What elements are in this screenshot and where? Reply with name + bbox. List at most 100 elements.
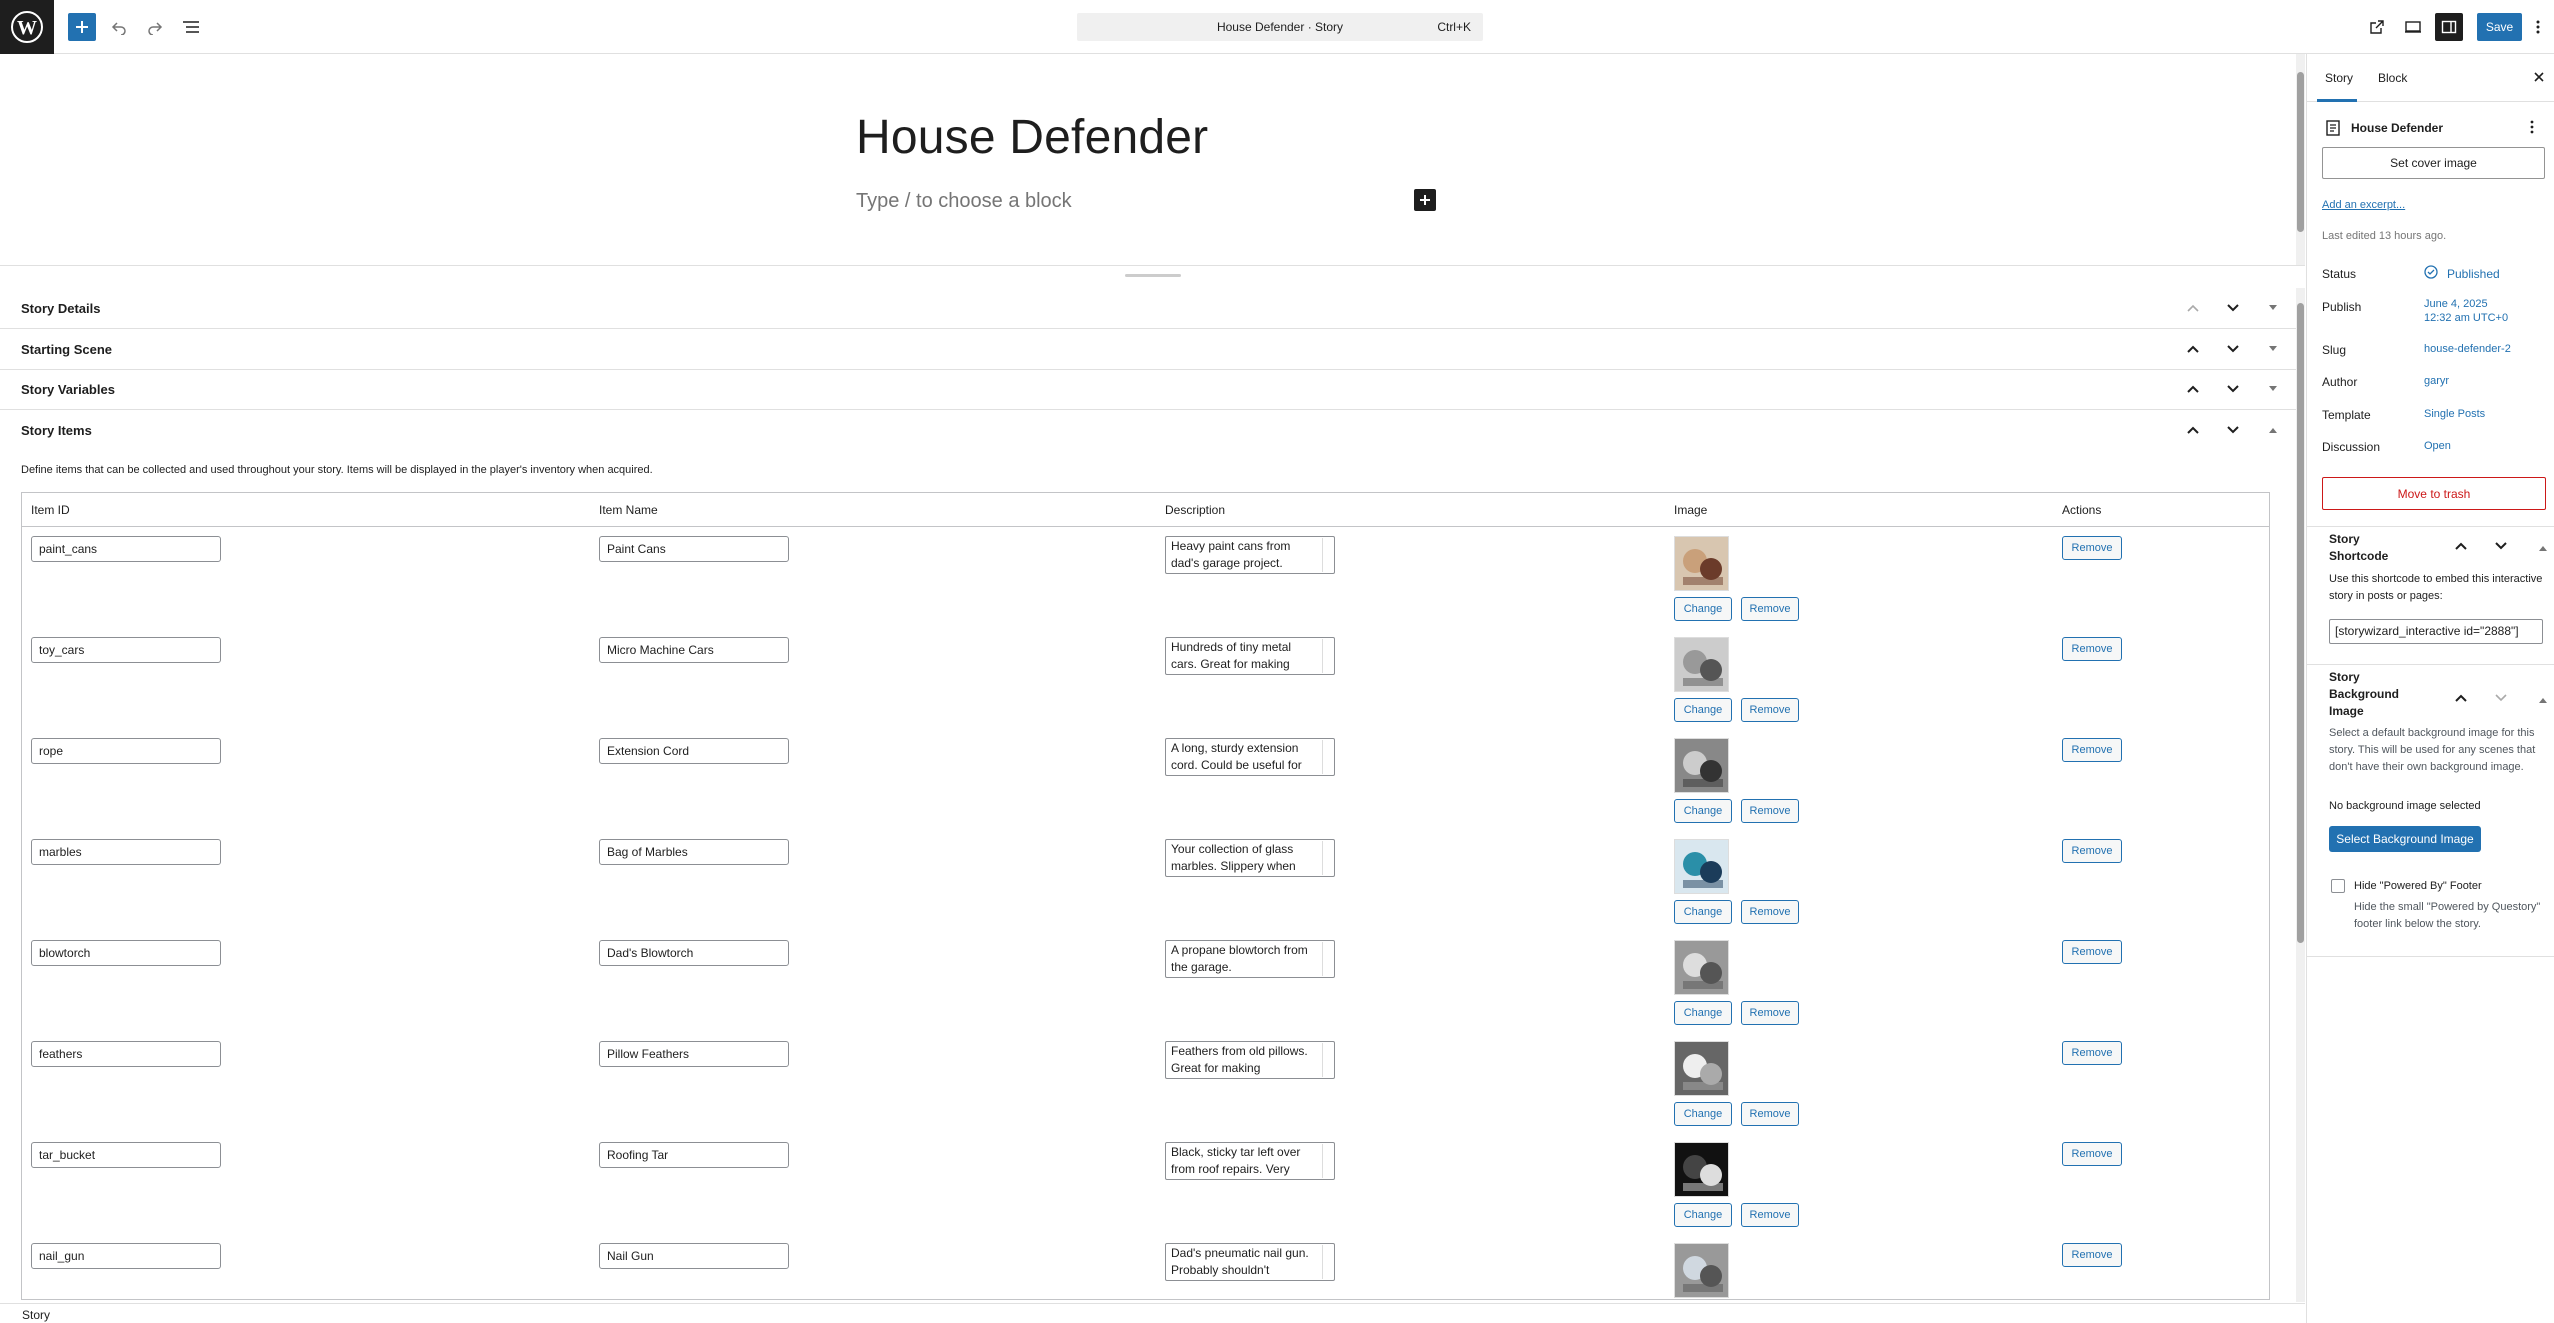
remove-item-button[interactable]: Remove: [2062, 1142, 2122, 1166]
remove-item-button[interactable]: Remove: [2062, 1041, 2122, 1065]
textarea-scrollbar[interactable]: [1322, 1144, 1333, 1178]
item-id-input[interactable]: marbles: [31, 839, 221, 865]
editor-scrollbar[interactable]: [2296, 54, 2305, 266]
remove-item-button[interactable]: Remove: [2062, 536, 2122, 560]
item-description-textarea[interactable]: Dad's pneumatic nail gun. Probably shoul…: [1165, 1243, 1335, 1281]
item-id-input[interactable]: nail_gun: [31, 1243, 221, 1269]
chevron-down-icon[interactable]: [2223, 379, 2243, 399]
document-overview-button[interactable]: [178, 13, 204, 41]
redo-button[interactable]: [142, 13, 168, 41]
tab-block[interactable]: Block: [2378, 71, 2407, 85]
item-id-input[interactable]: tar_bucket: [31, 1142, 221, 1168]
caret-down-icon[interactable]: [2263, 379, 2283, 399]
item-description-textarea[interactable]: Heavy paint cans from dad's garage proje…: [1165, 536, 1335, 574]
item-id-input[interactable]: rope: [31, 738, 221, 764]
undo-button[interactable]: [106, 13, 132, 41]
item-name-input[interactable]: Paint Cans: [599, 536, 789, 562]
item-name-input[interactable]: Dad's Blowtorch: [599, 940, 789, 966]
template-value[interactable]: Single Posts: [2424, 408, 2485, 420]
textarea-scrollbar[interactable]: [1322, 639, 1333, 673]
close-icon[interactable]: [2530, 68, 2548, 86]
remove-image-button[interactable]: Remove: [1741, 698, 1799, 722]
item-description-textarea[interactable]: Black, sticky tar left over from roof re…: [1165, 1142, 1335, 1180]
remove-item-button[interactable]: Remove: [2062, 839, 2122, 863]
item-id-input[interactable]: toy_cars: [31, 637, 221, 663]
caret-up-icon[interactable]: [2539, 539, 2547, 554]
slug-value[interactable]: house-defender-2: [2424, 343, 2511, 355]
publish-time[interactable]: 12:32 am UTC+0: [2424, 312, 2508, 324]
page-scroll-thumb[interactable]: [2297, 303, 2304, 943]
metabox-header[interactable]: Story Details: [0, 288, 2296, 328]
caret-down-icon[interactable]: [2263, 298, 2283, 318]
remove-item-button[interactable]: Remove: [2062, 637, 2122, 661]
caret-up-icon[interactable]: [2263, 420, 2283, 440]
remove-image-button[interactable]: Remove: [1741, 1102, 1799, 1126]
item-description-textarea[interactable]: A long, sturdy extension cord. Could be …: [1165, 738, 1335, 776]
post-title[interactable]: House Defender: [856, 110, 1208, 165]
item-name-input[interactable]: Extension Cord: [599, 738, 789, 764]
textarea-scrollbar[interactable]: [1322, 1245, 1333, 1279]
item-name-input[interactable]: Bag of Marbles: [599, 839, 789, 865]
set-cover-image-button[interactable]: Set cover image: [2322, 147, 2545, 179]
chevron-up-icon[interactable]: [2455, 538, 2467, 553]
change-image-button[interactable]: Change: [1674, 1102, 1732, 1126]
change-image-button[interactable]: Change: [1674, 1001, 1732, 1025]
item-name-input[interactable]: Nail Gun: [599, 1243, 789, 1269]
chevron-down-icon[interactable]: [2223, 339, 2243, 359]
publish-date[interactable]: June 4, 2025: [2424, 298, 2488, 310]
item-description-textarea[interactable]: A propane blowtorch from the garage.: [1165, 940, 1335, 978]
item-name-input[interactable]: Micro Machine Cars: [599, 637, 789, 663]
remove-image-button[interactable]: Remove: [1741, 900, 1799, 924]
preview-device-button[interactable]: [2400, 13, 2426, 41]
chevron-up-icon[interactable]: [2455, 690, 2467, 705]
chevron-up-icon[interactable]: [2183, 298, 2203, 318]
metabox-resize-handle[interactable]: [1125, 274, 1181, 277]
remove-item-button[interactable]: Remove: [2062, 738, 2122, 762]
shortcode-field[interactable]: [storywizard_interactive id="2888"]: [2329, 619, 2543, 644]
editor-scroll-thumb[interactable]: [2297, 72, 2304, 232]
chevron-up-icon[interactable]: [2183, 379, 2203, 399]
remove-item-button[interactable]: Remove: [2062, 1243, 2122, 1267]
more-vertical-icon[interactable]: [2530, 120, 2534, 137]
remove-image-button[interactable]: Remove: [1741, 1203, 1799, 1227]
textarea-scrollbar[interactable]: [1322, 538, 1333, 572]
options-menu-button[interactable]: [2528, 13, 2548, 41]
breadcrumb[interactable]: Story: [22, 1308, 50, 1322]
metabox-header[interactable]: Starting Scene: [0, 329, 2296, 369]
view-post-button[interactable]: [2364, 13, 2390, 41]
block-inserter-button[interactable]: [68, 13, 96, 41]
select-background-button[interactable]: Select Background Image: [2329, 826, 2481, 852]
background-panel-title[interactable]: Story Background Image: [2329, 669, 2399, 720]
change-image-button[interactable]: Change: [1674, 799, 1732, 823]
item-id-input[interactable]: blowtorch: [31, 940, 221, 966]
remove-image-button[interactable]: Remove: [1741, 1001, 1799, 1025]
metabox-header[interactable]: Story Variables: [0, 369, 2296, 409]
change-image-button[interactable]: Change: [1674, 1203, 1732, 1227]
caret-down-icon[interactable]: [2263, 339, 2283, 359]
item-description-textarea[interactable]: Feathers from old pillows. Great for mak…: [1165, 1041, 1335, 1079]
caret-up-icon[interactable]: [2539, 691, 2547, 706]
author-value[interactable]: garyr: [2424, 375, 2449, 387]
change-image-button[interactable]: Change: [1674, 900, 1732, 924]
textarea-scrollbar[interactable]: [1322, 942, 1333, 976]
hide-footer-label[interactable]: Hide "Powered By" Footer: [2354, 880, 2482, 892]
textarea-scrollbar[interactable]: [1322, 1043, 1333, 1077]
settings-toggle-button[interactable]: [2435, 13, 2463, 41]
shortcode-panel-title[interactable]: Story Shortcode: [2329, 531, 2388, 565]
chevron-down-icon[interactable]: [2495, 538, 2507, 553]
wordpress-logo-icon[interactable]: W: [0, 0, 54, 54]
item-name-input[interactable]: Roofing Tar: [599, 1142, 789, 1168]
discussion-value[interactable]: Open: [2424, 440, 2451, 452]
metabox-header[interactable]: Story Items: [0, 410, 2296, 450]
item-id-input[interactable]: paint_cans: [31, 536, 221, 562]
chevron-down-icon[interactable]: [2223, 420, 2243, 440]
block-placeholder[interactable]: Type / to choose a block: [856, 190, 1072, 213]
command-palette-trigger[interactable]: House Defender · Story Ctrl+K: [1077, 13, 1483, 41]
textarea-scrollbar[interactable]: [1322, 740, 1333, 774]
save-button[interactable]: Save: [2477, 13, 2522, 41]
chevron-up-icon[interactable]: [2183, 420, 2203, 440]
move-to-trash-button[interactable]: Move to trash: [2322, 477, 2546, 510]
change-image-button[interactable]: Change: [1674, 597, 1732, 621]
hide-footer-checkbox[interactable]: [2331, 879, 2345, 893]
item-id-input[interactable]: feathers: [31, 1041, 221, 1067]
